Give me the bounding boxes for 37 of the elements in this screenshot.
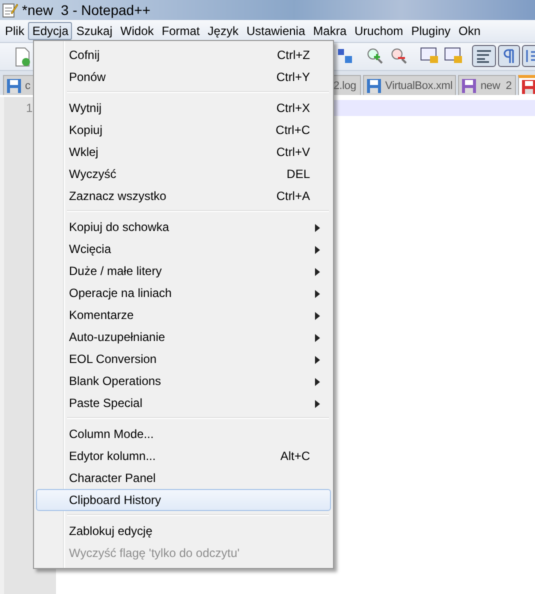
line-number: 1	[25, 101, 34, 115]
menu-bar-item[interactable]: Ustawienia	[242, 22, 310, 40]
menu-bar-item[interactable]: Widok	[116, 22, 158, 40]
menu-item[interactable]: Duże / małe litery	[36, 260, 331, 282]
menu-item[interactable]: Character Panel	[36, 467, 331, 489]
file-tab[interactable]: c	[3, 75, 34, 95]
menu-bar-item[interactable]: Język	[204, 22, 242, 40]
menu-bar-item[interactable]: Okn	[454, 22, 485, 40]
menu-item[interactable]: Blank Operations	[36, 370, 331, 392]
menu-bar-item[interactable]: Szukaj	[72, 22, 116, 40]
menu-item[interactable]: Komentarze	[36, 304, 331, 326]
menu-item[interactable]: Paste Special	[36, 392, 331, 414]
menu-item[interactable]: Wytnij Ctrl+X	[36, 97, 331, 119]
menu-bar-item[interactable]: Makra	[309, 22, 350, 40]
menu-item[interactable]: Clipboard History	[36, 489, 331, 511]
menu-item[interactable]: Cofnij Ctrl+Z	[36, 44, 331, 66]
menu-bar-item[interactable]: Format	[158, 22, 204, 40]
menu-item[interactable]: Column Mode...	[36, 423, 331, 445]
menu-bar-item[interactable]: Uruchom	[350, 22, 408, 40]
menu-item[interactable]: Kopiuj do schowka	[36, 216, 331, 238]
menu-item[interactable]: Operacje na liniach	[36, 282, 331, 304]
menu-item[interactable]: Edytor kolumn... Alt+C	[36, 445, 331, 467]
menu-item[interactable]: Wcięcia	[36, 238, 331, 260]
menu-item[interactable]: Auto-uzupełnianie	[36, 326, 331, 348]
menu-item[interactable]: Ponów Ctrl+Y	[36, 66, 331, 88]
file-tab[interactable]: new 2	[458, 75, 516, 95]
menu-bar-item[interactable]: Pluginy	[407, 22, 455, 40]
menu-item[interactable]: Wyczyść DEL	[36, 163, 331, 185]
menu-item[interactable]: Kopiuj Ctrl+C	[36, 119, 331, 141]
menu-item[interactable]: EOL Conversion	[36, 348, 331, 370]
menu-bar-item[interactable]: Plik	[1, 22, 28, 40]
menu-item[interactable]: Zablokuj edycję	[36, 520, 331, 542]
window-title: *new 3 - Notepad++	[22, 2, 150, 18]
menu-item[interactable]: Wklej Ctrl+V	[36, 141, 331, 163]
file-tab[interactable]: VirtualBox.xml	[363, 75, 456, 95]
menu-item[interactable]: Zaznacz wszystko Ctrl+A	[36, 185, 331, 207]
menu-bar-item[interactable]: Edycja	[28, 22, 72, 40]
